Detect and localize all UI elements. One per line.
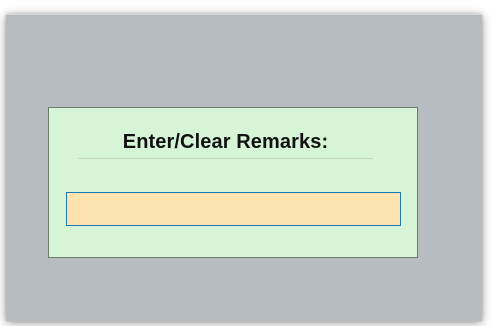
screenshot-frame: Enter/Clear Remarks: [0, 0, 492, 326]
remarks-input[interactable] [66, 192, 401, 226]
remarks-panel: Enter/Clear Remarks: [48, 107, 418, 258]
dialog-window: Enter/Clear Remarks: [6, 14, 482, 321]
remarks-title: Enter/Clear Remarks: [78, 131, 373, 159]
